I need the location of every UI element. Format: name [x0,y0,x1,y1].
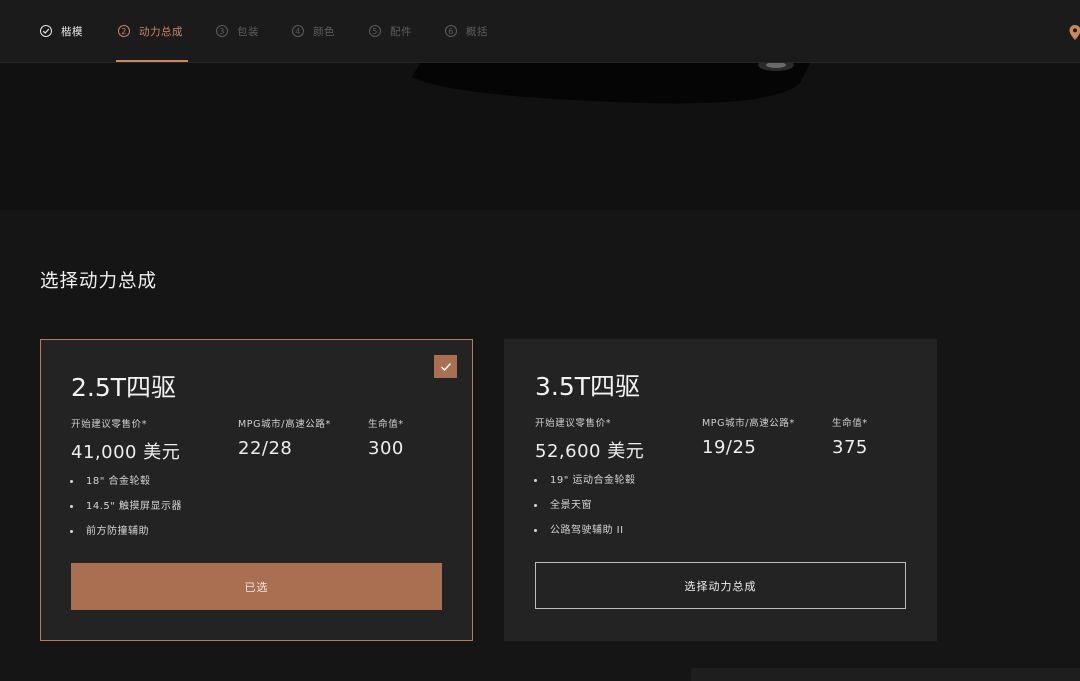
configurator-steps-nav: 楷模 2 动力总成 3 包装 4 颜色 5 配件 6 概括 [0,0,1080,63]
step-number: 4 [292,25,304,37]
spec-value: 300 [368,438,404,459]
checkmark-icon [440,362,451,371]
spec-mpg: MPG城市/高速公路* 19/25 [702,415,795,458]
feature-item: 19" 运动合金轮毂 [534,474,636,499]
step-label: 楷模 [61,25,83,38]
spec-value: 375 [832,437,868,458]
step-number: 5 [369,25,381,37]
section-title: 选择动力总成 [40,271,158,292]
step-accessories[interactable]: 5 配件 [369,23,412,39]
location-pin-icon[interactable] [1068,24,1080,42]
spec-msrp: 开始建议零售价* 41,000 美元 [71,416,180,464]
step-number: 2 [118,25,130,37]
active-step-indicator [116,60,188,62]
vehicle-hero-image [0,63,1080,210]
step-summary[interactable]: 6 概括 [445,23,488,39]
feature-item: 前方防撞辅助 [69,525,182,550]
step-number: 3 [216,25,228,37]
vehicle-shadow-image [412,63,810,104]
spec-label: 生命值* [832,418,868,429]
selected-button[interactable]: 已选 [71,563,442,610]
step-package[interactable]: 3 包装 [216,23,259,39]
check-circle-icon [40,25,52,37]
feature-list: 19" 运动合金轮毂 全景天窗 公路驾驶辅助 II [534,474,636,549]
powertrain-card-3-5t[interactable]: 3.5T四驱 开始建议零售价* 52,600 美元 MPG城市/高速公路* 19… [504,339,937,641]
step-label: 颜色 [313,25,335,38]
powertrain-card-2-5t[interactable]: 2.5T四驱 开始建议零售价* 41,000 美元 MPG城市/高速公路* 22… [40,339,473,641]
spec-label: 开始建议零售价* [535,418,612,429]
spec-value: 41,000 美元 [71,442,181,463]
step-label: 配件 [390,25,412,38]
step-model[interactable]: 楷模 [40,23,83,39]
spec-value: 22/28 [238,438,293,459]
feature-item: 18" 合金轮毂 [69,475,182,500]
feature-item: 14.5" 触摸屏显示器 [69,500,182,525]
feature-list: 18" 合金轮毂 14.5" 触摸屏显示器 前方防撞辅助 [69,475,182,550]
spec-horsepower: 生命值* 300 [368,416,404,459]
feature-item: 全景天窗 [534,499,636,524]
bottom-panel-edge [691,668,1080,681]
step-color[interactable]: 4 颜色 [292,23,335,39]
select-powertrain-button[interactable]: 选择动力总成 [535,562,906,609]
spec-label: MPG城市/高速公路* [238,419,331,430]
spec-label: MPG城市/高速公路* [702,418,795,429]
step-label: 概括 [466,25,488,38]
spec-value: 52,600 美元 [535,441,645,462]
selected-checkbox[interactable] [434,355,457,378]
powertrain-name: 3.5T四驱 [535,372,641,401]
step-label: 包装 [237,25,259,38]
spec-mpg: MPG城市/高速公路* 22/28 [238,416,331,459]
spec-msrp: 开始建议零售价* 52,600 美元 [535,415,644,463]
step-number: 6 [445,25,457,37]
spec-label: 生命值* [368,419,404,430]
powertrain-name: 2.5T四驱 [71,373,177,402]
step-label: 动力总成 [139,25,183,38]
spec-label: 开始建议零售价* [71,419,148,430]
feature-item: 公路驾驶辅助 II [534,524,636,549]
step-powertrain[interactable]: 2 动力总成 [118,23,183,39]
spec-value: 19/25 [702,437,757,458]
spec-horsepower: 生命值* 375 [832,415,868,458]
